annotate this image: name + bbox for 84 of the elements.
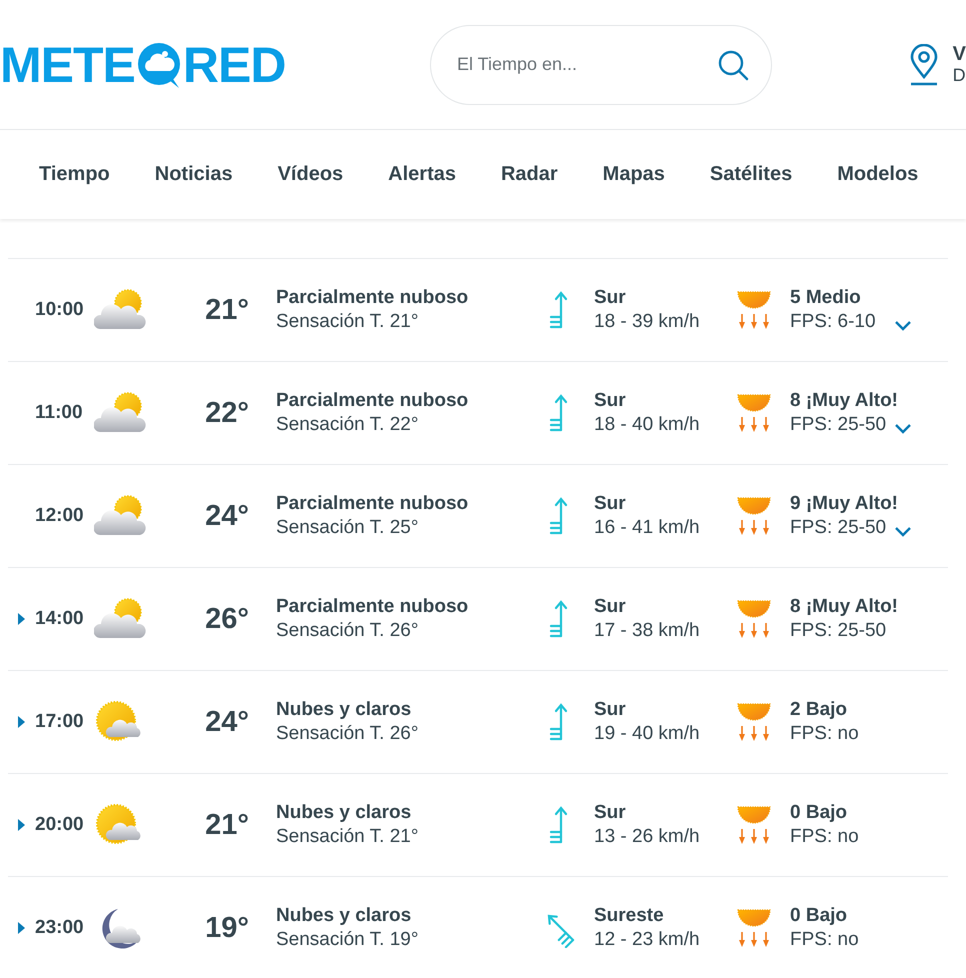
- wind-direction: Sureste: [594, 904, 665, 928]
- nav-tab[interactable]: Mapas: [602, 163, 665, 186]
- wind-direction: Sur: [594, 492, 627, 516]
- feels-like: Sensación T. 26°: [276, 722, 420, 746]
- uv-index: 0 Bajo: [790, 801, 848, 825]
- feels-like: Sensación T. 26°: [276, 619, 420, 643]
- location-pin-icon[interactable]: [908, 44, 939, 86]
- chevron-down-icon[interactable]: [894, 422, 912, 434]
- wind-speed: 19 - 40 km/h: [594, 722, 701, 746]
- temperature: 19°: [204, 912, 249, 944]
- temperature: 26°: [204, 602, 249, 636]
- sky-description: Parcialmente nuboso: [276, 389, 470, 413]
- sun-rays-icon: [736, 290, 772, 330]
- nav-tab[interactable]: Tiempo: [39, 163, 110, 186]
- sun-rays-icon: [736, 393, 772, 433]
- chevron-down-icon[interactable]: [894, 320, 912, 330]
- uv-index: 2 Bajo: [790, 698, 848, 722]
- wind-speed: 16 - 41 km/h: [594, 516, 701, 540]
- sun-protection: FPS: 6-10: [790, 310, 877, 334]
- wind-speed: 12 - 23 km/h: [594, 928, 701, 952]
- nav-tab[interactable]: Noticias: [154, 163, 233, 186]
- sun-protection: FPS: 25-50: [790, 619, 888, 643]
- nav-tab[interactable]: Satélites: [710, 163, 792, 186]
- search-icon[interactable]: [717, 48, 749, 80]
- sun-rays-icon: [736, 908, 772, 948]
- sun-protection: FPS: no: [790, 722, 860, 746]
- hour-label: 12:00: [35, 505, 85, 527]
- nav-tab[interactable]: Alertas: [388, 163, 456, 186]
- wind-direction: Sur: [594, 801, 627, 825]
- feels-like: Sensación T. 19°: [276, 928, 420, 952]
- wind-direction: Sur: [594, 595, 627, 619]
- wind-speed: 18 - 39 km/h: [594, 310, 701, 334]
- uv-index: 5 Medio: [790, 286, 862, 310]
- sky-description: Parcialmente nuboso: [276, 286, 470, 310]
- hour-label: 14:00: [35, 608, 85, 630]
- sun-protection: FPS: no: [790, 825, 860, 849]
- temperature: 24°: [204, 500, 249, 532]
- hour-label: 11:00: [35, 402, 84, 424]
- sky-description: Nubes y claros: [276, 698, 412, 722]
- hour-label: 23:00: [35, 917, 85, 939]
- expand-triangle-icon[interactable]: [18, 819, 25, 831]
- uv-index: 8 ¡Muy Alto!: [790, 595, 894, 619]
- feels-like: Sensación T. 21°: [276, 310, 420, 334]
- hour-label: 20:00: [35, 814, 85, 836]
- nav-tab[interactable]: Modelos: [837, 163, 918, 186]
- location-name[interactable]: V: [952, 44, 966, 64]
- temperature: 21°: [204, 808, 249, 842]
- location-detail: D: [952, 64, 966, 86]
- sky-description: Nubes y claros: [276, 904, 412, 928]
- sun-rays-icon: [736, 599, 772, 639]
- sun-rays-icon: [736, 702, 772, 742]
- wind-speed: 18 - 40 km/h: [594, 413, 701, 437]
- expand-triangle-icon[interactable]: [18, 716, 25, 728]
- uv-index: 8 ¡Muy Alto!: [790, 389, 894, 413]
- sun-protection: FPS: 25-50: [790, 413, 888, 437]
- uv-index: 9 ¡Muy Alto!: [790, 492, 894, 516]
- hour-label: 17:00: [35, 711, 85, 733]
- sky-description: Nubes y claros: [276, 801, 412, 825]
- wind-direction: Sur: [594, 698, 627, 722]
- hour-label: 10:00: [35, 299, 85, 321]
- feels-like: Sensación T. 21°: [276, 825, 420, 849]
- sun-rays-icon: [736, 805, 772, 845]
- wind-speed: 13 - 26 km/h: [594, 825, 701, 849]
- expand-triangle-icon[interactable]: [18, 922, 25, 934]
- feels-like: Sensación T. 22°: [276, 413, 420, 437]
- chevron-down-icon[interactable]: [894, 526, 912, 536]
- sky-description: Parcialmente nuboso: [276, 492, 470, 516]
- sun-protection: FPS: no: [790, 928, 860, 952]
- sun-rays-icon: [736, 496, 772, 536]
- expand-triangle-icon[interactable]: [18, 613, 25, 625]
- wind-direction: Sur: [594, 286, 627, 310]
- temperature: 21°: [204, 294, 249, 326]
- uv-index: 0 Bajo: [790, 904, 848, 928]
- nav-tab[interactable]: Radar: [500, 163, 558, 186]
- feels-like: Sensación T. 25°: [276, 516, 420, 540]
- logo-text: RED: [182, 40, 286, 90]
- sun-protection: FPS: 25-50: [790, 516, 888, 540]
- temperature: 22°: [204, 396, 249, 430]
- nav-tab[interactable]: Vídeos: [278, 163, 344, 186]
- sky-description: Parcialmente nuboso: [276, 595, 470, 619]
- wind-speed: 17 - 38 km/h: [594, 619, 701, 643]
- temperature: 24°: [204, 706, 249, 738]
- wind-direction: Sur: [594, 389, 627, 413]
- logo-text: METE: [0, 40, 135, 90]
